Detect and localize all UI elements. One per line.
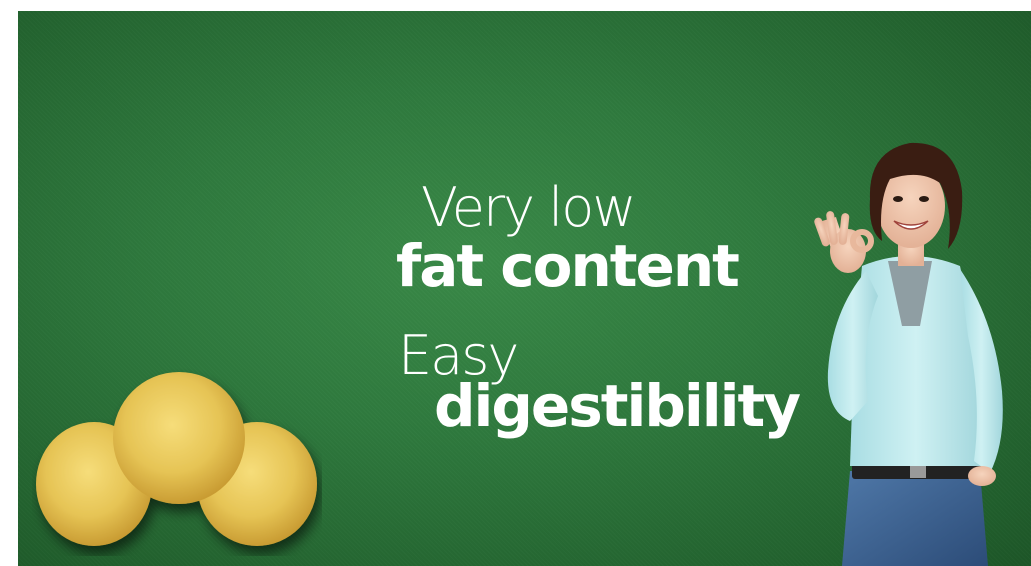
- cookie-stack-image: [36, 372, 317, 546]
- cookie-top: [113, 372, 245, 504]
- headline-line1-light: Very low: [421, 176, 636, 239]
- woman-photo: [814, 142, 1003, 566]
- headline-line1-bold: fat content: [396, 232, 740, 300]
- promo-banner: Very low fat content Easy digestibility: [18, 11, 1031, 566]
- headline-line2-bold: digestibility: [434, 372, 801, 440]
- ok-hand: [814, 211, 874, 273]
